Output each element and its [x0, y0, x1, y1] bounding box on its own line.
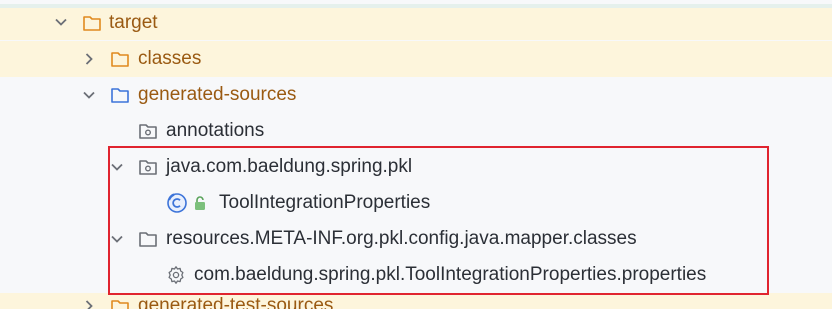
chevron-down-icon[interactable]: [110, 232, 124, 246]
class-icon: [167, 193, 187, 213]
tree-label-resources-package: resources.META-INF.org.pkl.config.java.m…: [166, 228, 637, 249]
tree-row-generated-test-sources[interactable]: generated-test-sources: [0, 293, 832, 309]
tree-label-properties-file: com.baeldung.spring.pkl.ToolIntegrationP…: [194, 264, 707, 285]
lock-icon: [195, 196, 205, 210]
folder-icon: [111, 300, 129, 309]
chevron-down-icon[interactable]: [82, 88, 96, 102]
chevron-right-icon[interactable]: [82, 52, 96, 66]
tree-label-target: target: [109, 12, 158, 33]
folder-icon: [83, 16, 101, 31]
tree-row-classes[interactable]: classes: [0, 41, 832, 77]
tree-label-annotations: annotations: [166, 120, 265, 141]
tree-row-java-package[interactable]: java.com.baeldung.spring.pkl: [0, 149, 832, 185]
tree-label-tool-integration-properties: ToolIntegrationProperties: [219, 192, 431, 213]
chevron-down-icon[interactable]: [54, 15, 68, 29]
tree-label-generated-test-sources: generated-test-sources: [138, 295, 334, 309]
chevron-right-icon[interactable]: [82, 299, 96, 309]
tree-row-generated-sources[interactable]: generated-sources: [0, 77, 832, 113]
tree-row-annotations[interactable]: annotations: [0, 113, 832, 149]
chevron-down-icon[interactable]: [110, 160, 124, 174]
tree-label-java-package: java.com.baeldung.spring.pkl: [166, 156, 413, 177]
package-folder-icon: [139, 160, 157, 175]
tree-row-tool-integration-properties[interactable]: ToolIntegrationProperties: [0, 185, 832, 221]
tree-row-target[interactable]: target: [0, 4, 832, 40]
tree-label-classes: classes: [138, 48, 202, 69]
gear-icon: [168, 266, 184, 284]
tree-row-properties-file[interactable]: com.baeldung.spring.pkl.ToolIntegrationP…: [0, 257, 832, 293]
tree-label-generated-sources: generated-sources: [138, 84, 297, 105]
package-folder-icon: [139, 124, 157, 139]
folder-icon: [139, 232, 157, 247]
tree-row-resources-package[interactable]: resources.META-INF.org.pkl.config.java.m…: [0, 221, 832, 257]
folder-icon: [111, 52, 129, 67]
folder-blue-icon: [111, 88, 129, 103]
project-tree: target classes generated-sources annotat…: [0, 0, 832, 309]
